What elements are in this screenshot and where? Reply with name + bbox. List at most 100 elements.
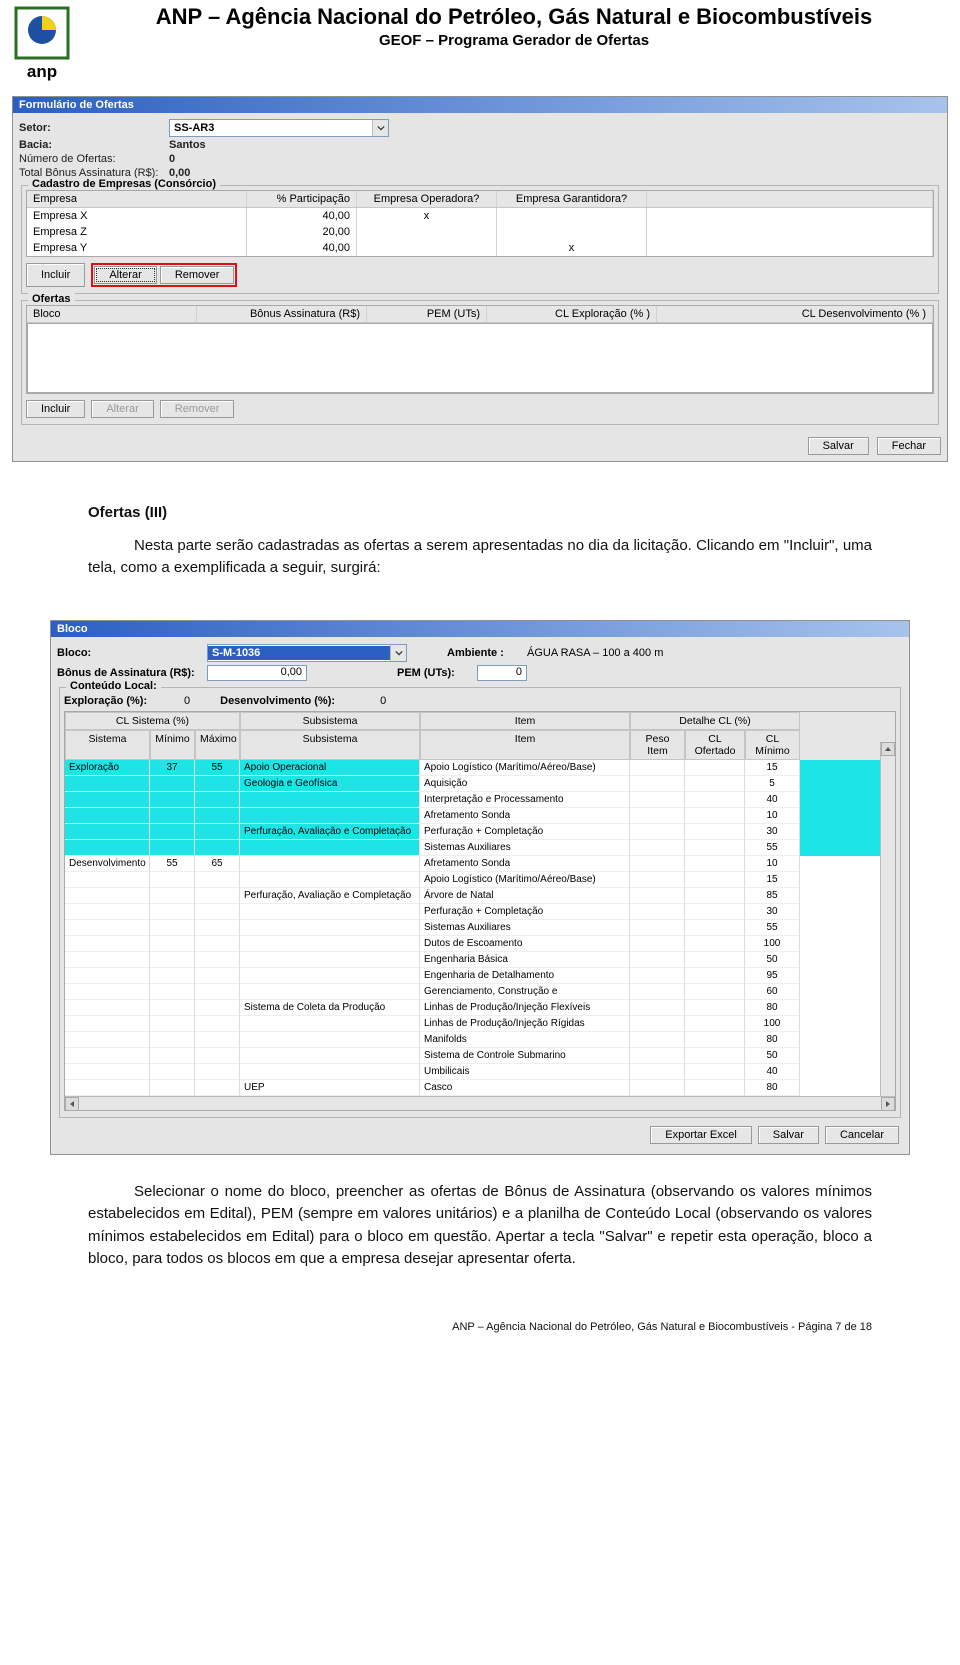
table-row[interactable]: Sistema de Controle Submarino50 bbox=[65, 1048, 895, 1064]
ofertas-remover-button[interactable]: Remover bbox=[160, 400, 235, 418]
label-ambiente: Ambiente : bbox=[447, 647, 527, 659]
scroll-up-icon[interactable] bbox=[881, 742, 895, 756]
salvar-button[interactable]: Salvar bbox=[808, 437, 869, 455]
table-row[interactable]: Interpretação e Processamento40 bbox=[65, 792, 895, 808]
cell-item: Engenharia de Detalhamento bbox=[420, 968, 630, 984]
bloco-combobox[interactable]: S-M-1036 bbox=[207, 644, 407, 662]
incluir-button[interactable]: Incluir bbox=[26, 263, 85, 287]
cell-min: 55 bbox=[150, 856, 195, 872]
cell-max bbox=[195, 888, 240, 904]
legend-ofertas: Ofertas bbox=[28, 293, 75, 305]
remover-button[interactable]: Remover bbox=[160, 266, 235, 284]
horizontal-scrollbar[interactable] bbox=[65, 1096, 895, 1110]
cell-clmin: 10 bbox=[745, 856, 800, 872]
cell-ofertado bbox=[685, 840, 745, 856]
cell-max bbox=[195, 1032, 240, 1048]
table-row[interactable]: Perfuração + Completação30 bbox=[65, 904, 895, 920]
cell-subsistema bbox=[240, 984, 420, 1000]
chevron-down-icon[interactable] bbox=[390, 645, 406, 661]
table-row[interactable]: Engenharia de Detalhamento95 bbox=[65, 968, 895, 984]
cancelar-button[interactable]: Cancelar bbox=[825, 1126, 899, 1144]
cell-max bbox=[195, 1000, 240, 1016]
th-group-sistema: CL Sistema (%) bbox=[65, 712, 240, 730]
table-row[interactable]: Afretamento Sonda10 bbox=[65, 808, 895, 824]
cell-sistema bbox=[65, 904, 150, 920]
cell-min bbox=[150, 1016, 195, 1032]
cell-ofertado bbox=[685, 760, 745, 776]
cell-peso bbox=[630, 920, 685, 936]
chevron-down-icon[interactable] bbox=[372, 120, 388, 136]
pem-input[interactable]: 0 bbox=[477, 665, 527, 681]
cell-min bbox=[150, 984, 195, 1000]
bonus-input[interactable]: 0,00 bbox=[207, 665, 307, 681]
legend-consorcio: Cadastro de Empresas (Consórcio) bbox=[28, 178, 220, 190]
cell-sistema: Desenvolvimento bbox=[65, 856, 150, 872]
cell-clmin: 30 bbox=[745, 904, 800, 920]
ofertas-incluir-button[interactable]: Incluir bbox=[26, 400, 85, 418]
table-row[interactable]: UEPCasco80 bbox=[65, 1080, 895, 1096]
cell-subsistema: Geologia e Geofísica bbox=[240, 776, 420, 792]
cell-sistema bbox=[65, 936, 150, 952]
cell-max bbox=[195, 1064, 240, 1080]
cell-ofertado bbox=[685, 824, 745, 840]
cell-pct: 20,00 bbox=[247, 224, 357, 240]
table-row[interactable]: Linhas de Produção/Injeção Rígidas100 bbox=[65, 1016, 895, 1032]
label-bloco: Bloco: bbox=[57, 647, 207, 659]
th-clex: CL Exploração (% ) bbox=[487, 306, 657, 322]
cell-item: Apoio Logístico (Marítimo/Aéreo/Base) bbox=[420, 760, 630, 776]
cell-subsistema bbox=[240, 1048, 420, 1064]
value-numofertas: 0 bbox=[169, 153, 175, 165]
table-row[interactable]: Empresa Y 40,00 x bbox=[27, 240, 933, 256]
cell-peso bbox=[630, 872, 685, 888]
table-row[interactable]: Sistemas Auxiliares55 bbox=[65, 840, 895, 856]
cell-subsistema: Sistema de Coleta da Produção bbox=[240, 1000, 420, 1016]
cell-max bbox=[195, 936, 240, 952]
salvar-bloco-button[interactable]: Salvar bbox=[758, 1126, 819, 1144]
table-row[interactable]: Empresa X 40,00 x bbox=[27, 208, 933, 224]
cell-max bbox=[195, 952, 240, 968]
scroll-left-icon[interactable] bbox=[65, 1097, 79, 1111]
cell-min bbox=[150, 776, 195, 792]
cell-subsistema bbox=[240, 1064, 420, 1080]
table-row[interactable]: Umbilicais40 bbox=[65, 1064, 895, 1080]
cell-subsistema bbox=[240, 904, 420, 920]
cell-clmin: 5 bbox=[745, 776, 800, 792]
table-row[interactable]: Gerenciamento, Construção e60 bbox=[65, 984, 895, 1000]
alterar-button[interactable]: Alterar bbox=[94, 266, 156, 284]
table-row[interactable]: Exploração3755Apoio OperacionalApoio Log… bbox=[65, 760, 895, 776]
cell-peso bbox=[630, 856, 685, 872]
th-peso: Peso Item bbox=[630, 730, 685, 760]
scroll-right-icon[interactable] bbox=[881, 1097, 895, 1111]
cell-max: 55 bbox=[195, 760, 240, 776]
th-item: Item bbox=[420, 730, 630, 760]
cell-max bbox=[195, 792, 240, 808]
cell-clmin: 50 bbox=[745, 952, 800, 968]
table-row[interactable]: Perfuração, Avaliação e CompletaçãoÁrvor… bbox=[65, 888, 895, 904]
cell-ofertado bbox=[685, 1048, 745, 1064]
table-row[interactable]: Sistemas Auxiliares55 bbox=[65, 920, 895, 936]
setor-combobox[interactable]: SS-AR3 bbox=[169, 119, 389, 137]
table-row[interactable]: Sistema de Coleta da ProduçãoLinhas de P… bbox=[65, 1000, 895, 1016]
cell-item: Dutos de Escoamento bbox=[420, 936, 630, 952]
fechar-button[interactable]: Fechar bbox=[877, 437, 941, 455]
table-row[interactable]: Empresa Z 20,00 bbox=[27, 224, 933, 240]
table-row[interactable]: Perfuração, Avaliação e CompletaçãoPerfu… bbox=[65, 824, 895, 840]
cell-ofertado bbox=[685, 1032, 745, 1048]
body-text-block: Ofertas (III) Nesta parte serão cadastra… bbox=[10, 462, 950, 620]
cell-subsistema bbox=[240, 808, 420, 824]
cell-sistema bbox=[65, 984, 150, 1000]
table-row[interactable]: Geologia e GeofísicaAquisição5 bbox=[65, 776, 895, 792]
table-row[interactable]: Engenharia Básica50 bbox=[65, 952, 895, 968]
cell-ofertado bbox=[685, 792, 745, 808]
cell-item: Linhas de Produção/Injeção Flexíveis bbox=[420, 1000, 630, 1016]
ofertas-alterar-button[interactable]: Alterar bbox=[91, 400, 153, 418]
table-row[interactable]: Manifolds80 bbox=[65, 1032, 895, 1048]
table-row[interactable]: Dutos de Escoamento100 bbox=[65, 936, 895, 952]
table-row[interactable]: Apoio Logístico (Marítimo/Aéreo/Base)15 bbox=[65, 872, 895, 888]
cell-sistema bbox=[65, 824, 150, 840]
vertical-scrollbar[interactable] bbox=[880, 742, 895, 1096]
exportar-excel-button[interactable]: Exportar Excel bbox=[650, 1126, 752, 1144]
cell-item: Interpretação e Processamento bbox=[420, 792, 630, 808]
table-row[interactable]: Desenvolvimento5565Afretamento Sonda10 bbox=[65, 856, 895, 872]
cell-ofertado bbox=[685, 952, 745, 968]
